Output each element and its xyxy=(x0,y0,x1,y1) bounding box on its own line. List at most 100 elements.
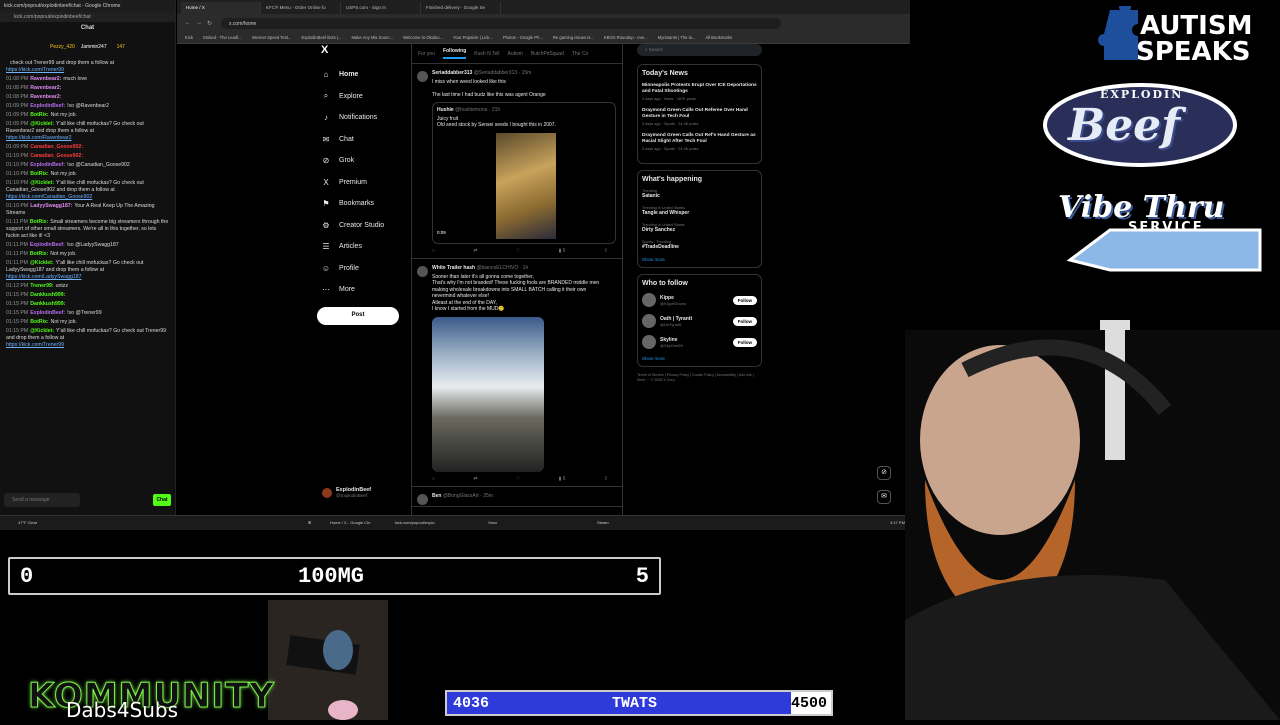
avatar[interactable] xyxy=(642,293,656,307)
chat-username[interactable]: Canadian_Goose902: xyxy=(30,153,83,159)
browser-tab[interactable]: Finished delivery - Google Se xyxy=(421,2,501,14)
x-logo-icon[interactable]: X xyxy=(321,44,417,56)
chat-message[interactable]: 01:15 PM Dankkush999: xyxy=(6,301,169,308)
avatar[interactable] xyxy=(417,71,428,82)
address-bar[interactable]: x.com/home xyxy=(221,17,782,29)
tweet[interactable]: White Trailer hash @biancoELCHIVO · 1h S… xyxy=(412,259,622,487)
home-timeline[interactable]: For you Following Kush N Tell Autism ButchPi… xyxy=(411,44,623,515)
reply-icon[interactable]: ○ xyxy=(432,476,435,483)
back-icon[interactable]: ← xyxy=(185,20,191,26)
avatar[interactable] xyxy=(417,266,428,277)
chat-message[interactable]: 01:15 PM Dankkush999: xyxy=(6,292,169,299)
views-icon[interactable]: ▮ 6 xyxy=(559,248,566,255)
bookmark-item[interactable]: Stoked - The Leadl... xyxy=(203,35,242,40)
chat-message-list[interactable]: check out Trener99 and drop them a follo… xyxy=(0,60,175,349)
repost-icon[interactable]: ⇄ xyxy=(473,248,477,255)
follow-button[interactable]: Follow xyxy=(732,337,757,347)
nav-item-articles[interactable]: ☰ Articles xyxy=(317,236,417,258)
bookmark-item[interactable]: ExplodinBeef Bots |... xyxy=(301,35,341,40)
bookmark-item[interactable]: KBOX Roundup - eve... xyxy=(604,35,648,40)
weather-widget[interactable]: 47°F Clear xyxy=(18,520,37,525)
chat-link[interactable]: https://kick.com/Trener99 xyxy=(6,67,64,73)
bookmark-item[interactable]: Welcome to Okidoo... xyxy=(403,35,443,40)
chat-message[interactable]: 01:10 PM LadyySwagg187: Your A Real Keep U… xyxy=(6,203,169,217)
chat-link[interactable]: https://kick.com/Trener99 xyxy=(6,342,64,348)
chat-username[interactable]: BotRix: xyxy=(30,219,48,225)
nav-item-home[interactable]: ⌂ Home xyxy=(317,64,417,86)
tweet-author[interactable]: Seriaddabber313 xyxy=(432,70,472,76)
chat-username[interactable]: ExplodinBeef: xyxy=(30,162,65,168)
timeline-tab[interactable]: For you xyxy=(418,51,435,57)
timeline-tab[interactable]: ButchPitSquad xyxy=(531,51,564,57)
nav-item-notifications[interactable]: ♪ Notifications xyxy=(317,107,417,129)
bookmark-item[interactable]: Photos - Google Ph... xyxy=(503,35,543,40)
reply-icon[interactable]: ○ xyxy=(432,248,435,255)
search-input[interactable]: ⌕ Search xyxy=(637,44,762,56)
grok-icon[interactable]: ⊘ xyxy=(877,466,891,480)
chat-message[interactable]: 01:11 PM ExplodinBeef: !so @LadyySwagg187 xyxy=(6,242,169,249)
nav-item-premium[interactable]: X Premium xyxy=(317,172,417,194)
tweet-image[interactable] xyxy=(432,316,544,472)
chat-username[interactable]: Ravenbear2: xyxy=(30,85,61,91)
chat-username[interactable]: Dankkush999: xyxy=(30,292,65,298)
chat-username[interactable]: BotRix: xyxy=(30,251,48,257)
bookmark-item[interactable]: Your Popsicle | Lick... xyxy=(453,35,493,40)
chat-username[interactable]: @Kicklet: xyxy=(30,180,54,186)
chat-username[interactable]: BotRix: xyxy=(30,171,48,177)
follow-suggestion[interactable]: Skyline @SkyOne99 Follow xyxy=(642,335,757,349)
chat-username[interactable]: ExplodinBeef: xyxy=(30,103,65,109)
start-icon[interactable]: ⊞ xyxy=(308,520,311,525)
follow-button[interactable]: Follow xyxy=(732,295,757,305)
chat-link[interactable]: https://kick.com/Ravenbear2 xyxy=(6,135,71,141)
bookmark-item[interactable]: Make Any Mix Sourc... xyxy=(351,35,393,40)
chat-message[interactable]: 01:08 PM Ravenbear2: much love xyxy=(6,76,169,83)
chat-username[interactable]: Canadian_Goose902: xyxy=(30,144,83,150)
nav-item-chat[interactable]: ✉ Chat xyxy=(317,129,417,151)
chat-username[interactable]: @Kicklet: xyxy=(30,328,54,334)
tweet[interactable]: Ben @BongGlassArt · 25m xyxy=(412,487,622,507)
chat-message[interactable]: 01:11 PM BotRix: Not my job. xyxy=(6,251,169,258)
chat-message[interactable]: 01:09 PM Canadian_Goose902: xyxy=(6,144,169,151)
bookmark-item[interactable]: All Bookmarks xyxy=(705,35,732,40)
chat-message[interactable]: check out Trener99 and drop them a follo… xyxy=(6,60,169,74)
browser-tab[interactable]: Home / X xyxy=(181,2,261,14)
post-button[interactable]: Post xyxy=(317,306,399,325)
timeline-tab[interactable]: The Co xyxy=(572,51,588,57)
chat-username[interactable]: ExplodinBeef: xyxy=(30,310,65,316)
chat-username[interactable]: @Kicklet: xyxy=(30,121,54,127)
trend-item[interactable]: Trending in United States Tangle and Whis… xyxy=(642,206,757,216)
share-icon[interactable]: ⇪ xyxy=(604,248,608,255)
chat-username[interactable]: ExplodinBeef: xyxy=(30,242,65,248)
tweet-author[interactable]: White Trailer hash xyxy=(432,265,475,271)
chat-username[interactable]: Trener99: xyxy=(30,283,53,289)
forward-icon[interactable]: → xyxy=(196,20,202,26)
show-more-link[interactable]: Show more xyxy=(642,356,757,361)
bookmark-item[interactable]: Kick xyxy=(185,35,193,40)
chat-message[interactable]: 01:10 PM Canadian_Goose902: xyxy=(6,153,169,160)
chat-send-button[interactable]: Chat xyxy=(153,494,171,506)
trend-item[interactable]: Trending Satanic xyxy=(642,189,757,199)
chat-message[interactable]: 01:10 PM BotRix: Not my job. xyxy=(6,171,169,178)
chat-window-url[interactable]: kick.com/popout/explodinbeef/chat xyxy=(0,12,175,22)
chat-message[interactable]: 01:11 PM BotRix: Small streamers become bi… xyxy=(6,219,169,240)
nav-item-profile[interactable]: ☺ Profile xyxy=(317,258,417,280)
chat-message[interactable]: 01:09 PM BotRix: Not my job. xyxy=(6,112,169,119)
timeline-tab[interactable]: Kush N Tell xyxy=(474,51,499,57)
news-item[interactable]: Draymond Green Calls Out Referee Over Ha… xyxy=(642,108,757,126)
nav-item-bookmarks[interactable]: ⚑ Bookmarks xyxy=(317,193,417,215)
tweet-author[interactable]: Ben xyxy=(432,493,441,499)
avatar[interactable] xyxy=(642,335,656,349)
nav-item-explore[interactable]: ⌕ Explore xyxy=(317,86,417,108)
nav-item-creator-studio[interactable]: ⚙ Creator Studio xyxy=(317,215,417,237)
bookmark-item[interactable]: Re gaming issues is... xyxy=(553,35,594,40)
chat-username[interactable]: Ravenbear2: xyxy=(30,94,61,100)
chat-message[interactable]: 01:12 PM Trener99: untzz xyxy=(6,283,169,290)
browser-tab[interactable]: USPS.com - Sign In xyxy=(341,2,421,14)
quote-video[interactable]: 0:09 xyxy=(437,132,611,239)
chat-username[interactable]: Ravenbear2: xyxy=(30,76,61,82)
chat-message[interactable]: 01:09 PM @Kicklet: Y'all like chill mofuck… xyxy=(6,121,169,142)
messages-icon[interactable]: ✉ xyxy=(877,490,891,504)
repost-icon[interactable]: ⇄ xyxy=(473,476,477,483)
tweet[interactable]: Seriaddabber313 @Seriaddabber313 · 15m I… xyxy=(412,64,622,259)
reload-icon[interactable]: ↻ xyxy=(207,20,212,27)
